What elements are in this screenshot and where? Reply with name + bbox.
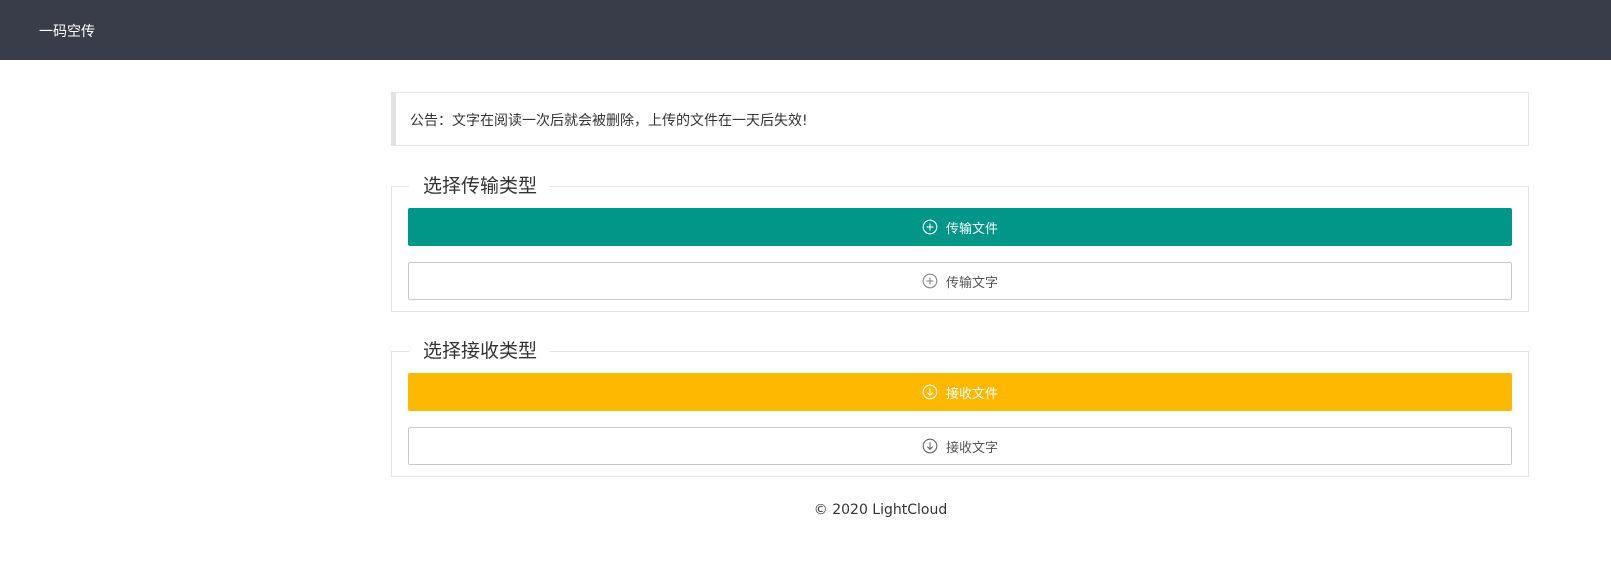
notice-banner: 公告：文字在阅读一次后就会被删除，上传的文件在一天后失效!	[391, 92, 1529, 146]
send-text-button[interactable]: 传输文字	[408, 262, 1512, 300]
top-header: 一码空传	[0, 0, 1611, 60]
logo-link[interactable]: 一码空传	[39, 21, 95, 41]
plus-circle-icon	[922, 219, 938, 235]
copyright-text: © 2020 LightCloud	[813, 502, 948, 518]
download-circle-icon	[922, 384, 938, 400]
plus-circle-icon	[922, 273, 938, 289]
send-file-label: 传输文件	[945, 221, 998, 237]
download-circle-icon	[922, 438, 938, 454]
receive-text-button[interactable]: 接收文字	[408, 427, 1512, 465]
receive-file-button[interactable]: 接收文件	[408, 373, 1512, 411]
receive-type-fieldset: 选择接收类型 接收文件 接收文字	[391, 339, 1529, 477]
notice-text: 公告：文字在阅读一次后就会被删除，上传的文件在一天后失效!	[410, 113, 808, 129]
receive-file-label: 接收文件	[945, 386, 998, 402]
send-file-button[interactable]: 传输文件	[408, 208, 1512, 246]
send-text-label: 传输文字	[945, 275, 998, 291]
send-type-fieldset: 选择传输类型 传输文件 传输文字	[391, 174, 1529, 312]
receive-text-label: 接收文字	[945, 440, 998, 456]
footer: © 2020 LightCloud	[0, 502, 1611, 518]
send-type-title: 选择传输类型	[409, 174, 550, 198]
receive-type-title: 选择接收类型	[409, 339, 550, 363]
